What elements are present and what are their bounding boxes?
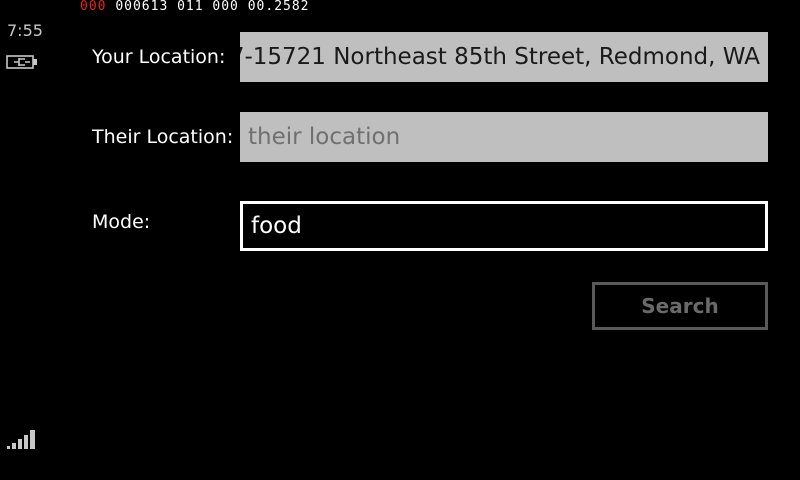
your-location-input[interactable]: 97-15721 Northeast 85th Street, Redmond,… bbox=[240, 32, 768, 82]
your-location-value: 97-15721 Northeast 85th Street, Redmond,… bbox=[240, 44, 760, 70]
system-clock: 7:55 bbox=[7, 21, 43, 40]
battery-charging-icon bbox=[6, 55, 37, 69]
your-location-label: Your Location: bbox=[92, 46, 226, 68]
frame-rate-counter: 000 000613 011 000 00.2582 bbox=[80, 0, 310, 13]
their-location-label: Their Location: bbox=[92, 126, 234, 148]
counter-red-segment: 000 bbox=[80, 0, 107, 14]
their-location-placeholder: their location bbox=[248, 124, 401, 150]
mode-value: food bbox=[251, 213, 302, 239]
mode-label: Mode: bbox=[92, 211, 151, 233]
mode-input[interactable]: food bbox=[240, 201, 768, 251]
search-button[interactable]: Search bbox=[592, 282, 768, 330]
their-location-input[interactable]: their location bbox=[240, 112, 768, 162]
signal-strength-icon bbox=[7, 430, 35, 449]
app-screen: 000 000613 011 000 00.2582 7:55 Your Loc… bbox=[0, 0, 800, 480]
counter-white-segment: 000613 011 000 00.2582 bbox=[115, 0, 310, 14]
